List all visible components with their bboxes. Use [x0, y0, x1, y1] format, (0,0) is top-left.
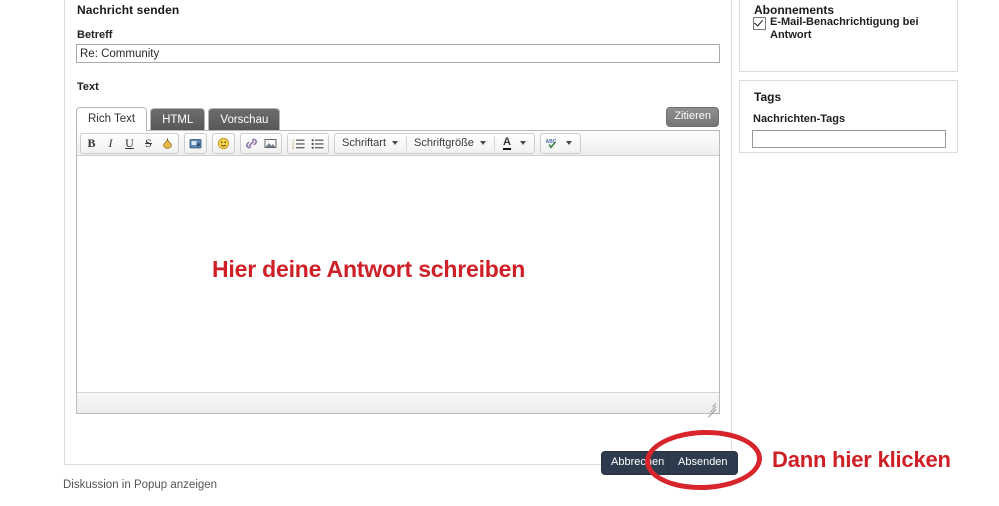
subscriptions-title: Abonnements	[754, 3, 835, 17]
editor-resize-handle[interactable]	[705, 400, 717, 418]
message-tags-input[interactable]	[752, 130, 946, 148]
editor-toolbar: B I U S 1 2 3 Schriftart Schriftgröße A …	[77, 131, 719, 156]
font-color-letter: A	[502, 135, 511, 150]
tags-panel: Tags Nachrichten-Tags	[739, 80, 958, 153]
spellcheck-icon[interactable]: ABC	[542, 135, 564, 152]
editor-annotation-text: Hier deine Antwort schreiben	[212, 256, 526, 282]
toolbar-group-media	[184, 132, 207, 154]
strikethrough-icon[interactable]: S	[139, 135, 158, 152]
toolbar-divider	[406, 135, 408, 151]
highlight-color-icon[interactable]	[158, 135, 177, 152]
toolbar-group-spellcheck: ABC	[539, 132, 581, 154]
tags-title: Tags	[754, 90, 782, 104]
font-color-chevron-down-icon[interactable]	[519, 141, 526, 145]
page-root: Nachricht senden Betreff Text Rich Text …	[0, 0, 999, 506]
message-tags-label: Nachrichten-Tags	[753, 113, 846, 125]
font-family-chevron-down-icon[interactable]	[392, 141, 399, 145]
font-family-select[interactable]: Schriftart	[336, 137, 390, 149]
tab-vorschau[interactable]: Vorschau	[208, 108, 281, 131]
toolbar-group-insert	[240, 132, 282, 154]
font-size-chevron-down-icon[interactable]	[479, 141, 486, 145]
quote-button[interactable]: Zitieren	[666, 107, 719, 127]
subject-label: Betreff	[77, 29, 113, 41]
email-notification-checkbox[interactable]	[753, 17, 766, 30]
smiley-icon[interactable]	[214, 135, 233, 152]
underline-icon[interactable]: U	[120, 135, 139, 152]
link-icon[interactable]	[242, 135, 261, 152]
subscriptions-panel: Abonnements E-Mail-Benachrichtigung bei …	[739, 0, 958, 72]
message-compose-panel: Nachricht senden Betreff Text Rich Text …	[64, 0, 732, 465]
unordered-list-icon[interactable]	[308, 135, 327, 152]
insert-media-icon[interactable]	[186, 135, 205, 152]
tab-html[interactable]: HTML	[150, 108, 206, 131]
toolbar-group-smiley	[212, 132, 235, 154]
tab-rich-text[interactable]: Rich Text	[76, 107, 148, 131]
svg-text:3: 3	[292, 145, 295, 150]
page-title: Nachricht senden	[77, 3, 180, 17]
bold-icon[interactable]: B	[82, 135, 101, 152]
image-icon[interactable]	[261, 135, 280, 152]
spellcheck-chevron-down-icon[interactable]	[565, 141, 572, 145]
email-notification-row[interactable]: E-Mail-Benachrichtigung bei Antwort	[753, 16, 943, 42]
font-color-icon[interactable]: A	[496, 135, 518, 152]
editor-mode-tabs: Rich Text HTML Vorschau	[76, 107, 283, 131]
rich-text-editor: B I U S 1 2 3 Schriftart Schriftgröße A …	[76, 130, 720, 418]
editor-content-area[interactable]: Hier deine Antwort schreiben	[77, 156, 719, 392]
font-size-select[interactable]: Schriftgröße	[408, 137, 478, 149]
subject-input[interactable]	[76, 44, 720, 63]
show-discussion-popup-link[interactable]: Diskussion in Popup anzeigen	[63, 479, 217, 491]
italic-icon[interactable]: I	[101, 135, 120, 152]
editor-status-bar	[77, 392, 719, 418]
toolbar-group-font: Schriftart Schriftgröße A	[334, 132, 535, 154]
text-label: Text	[77, 81, 99, 93]
toolbar-group-lists: 1 2 3	[287, 132, 329, 154]
annotation-callout-text: Dann hier klicken	[772, 447, 951, 472]
toolbar-group-formatting: B I U S	[80, 132, 179, 154]
toolbar-divider	[493, 135, 495, 151]
ordered-list-icon[interactable]: 1 2 3	[289, 135, 308, 152]
email-notification-label: E-Mail-Benachrichtigung bei Antwort	[770, 16, 919, 41]
